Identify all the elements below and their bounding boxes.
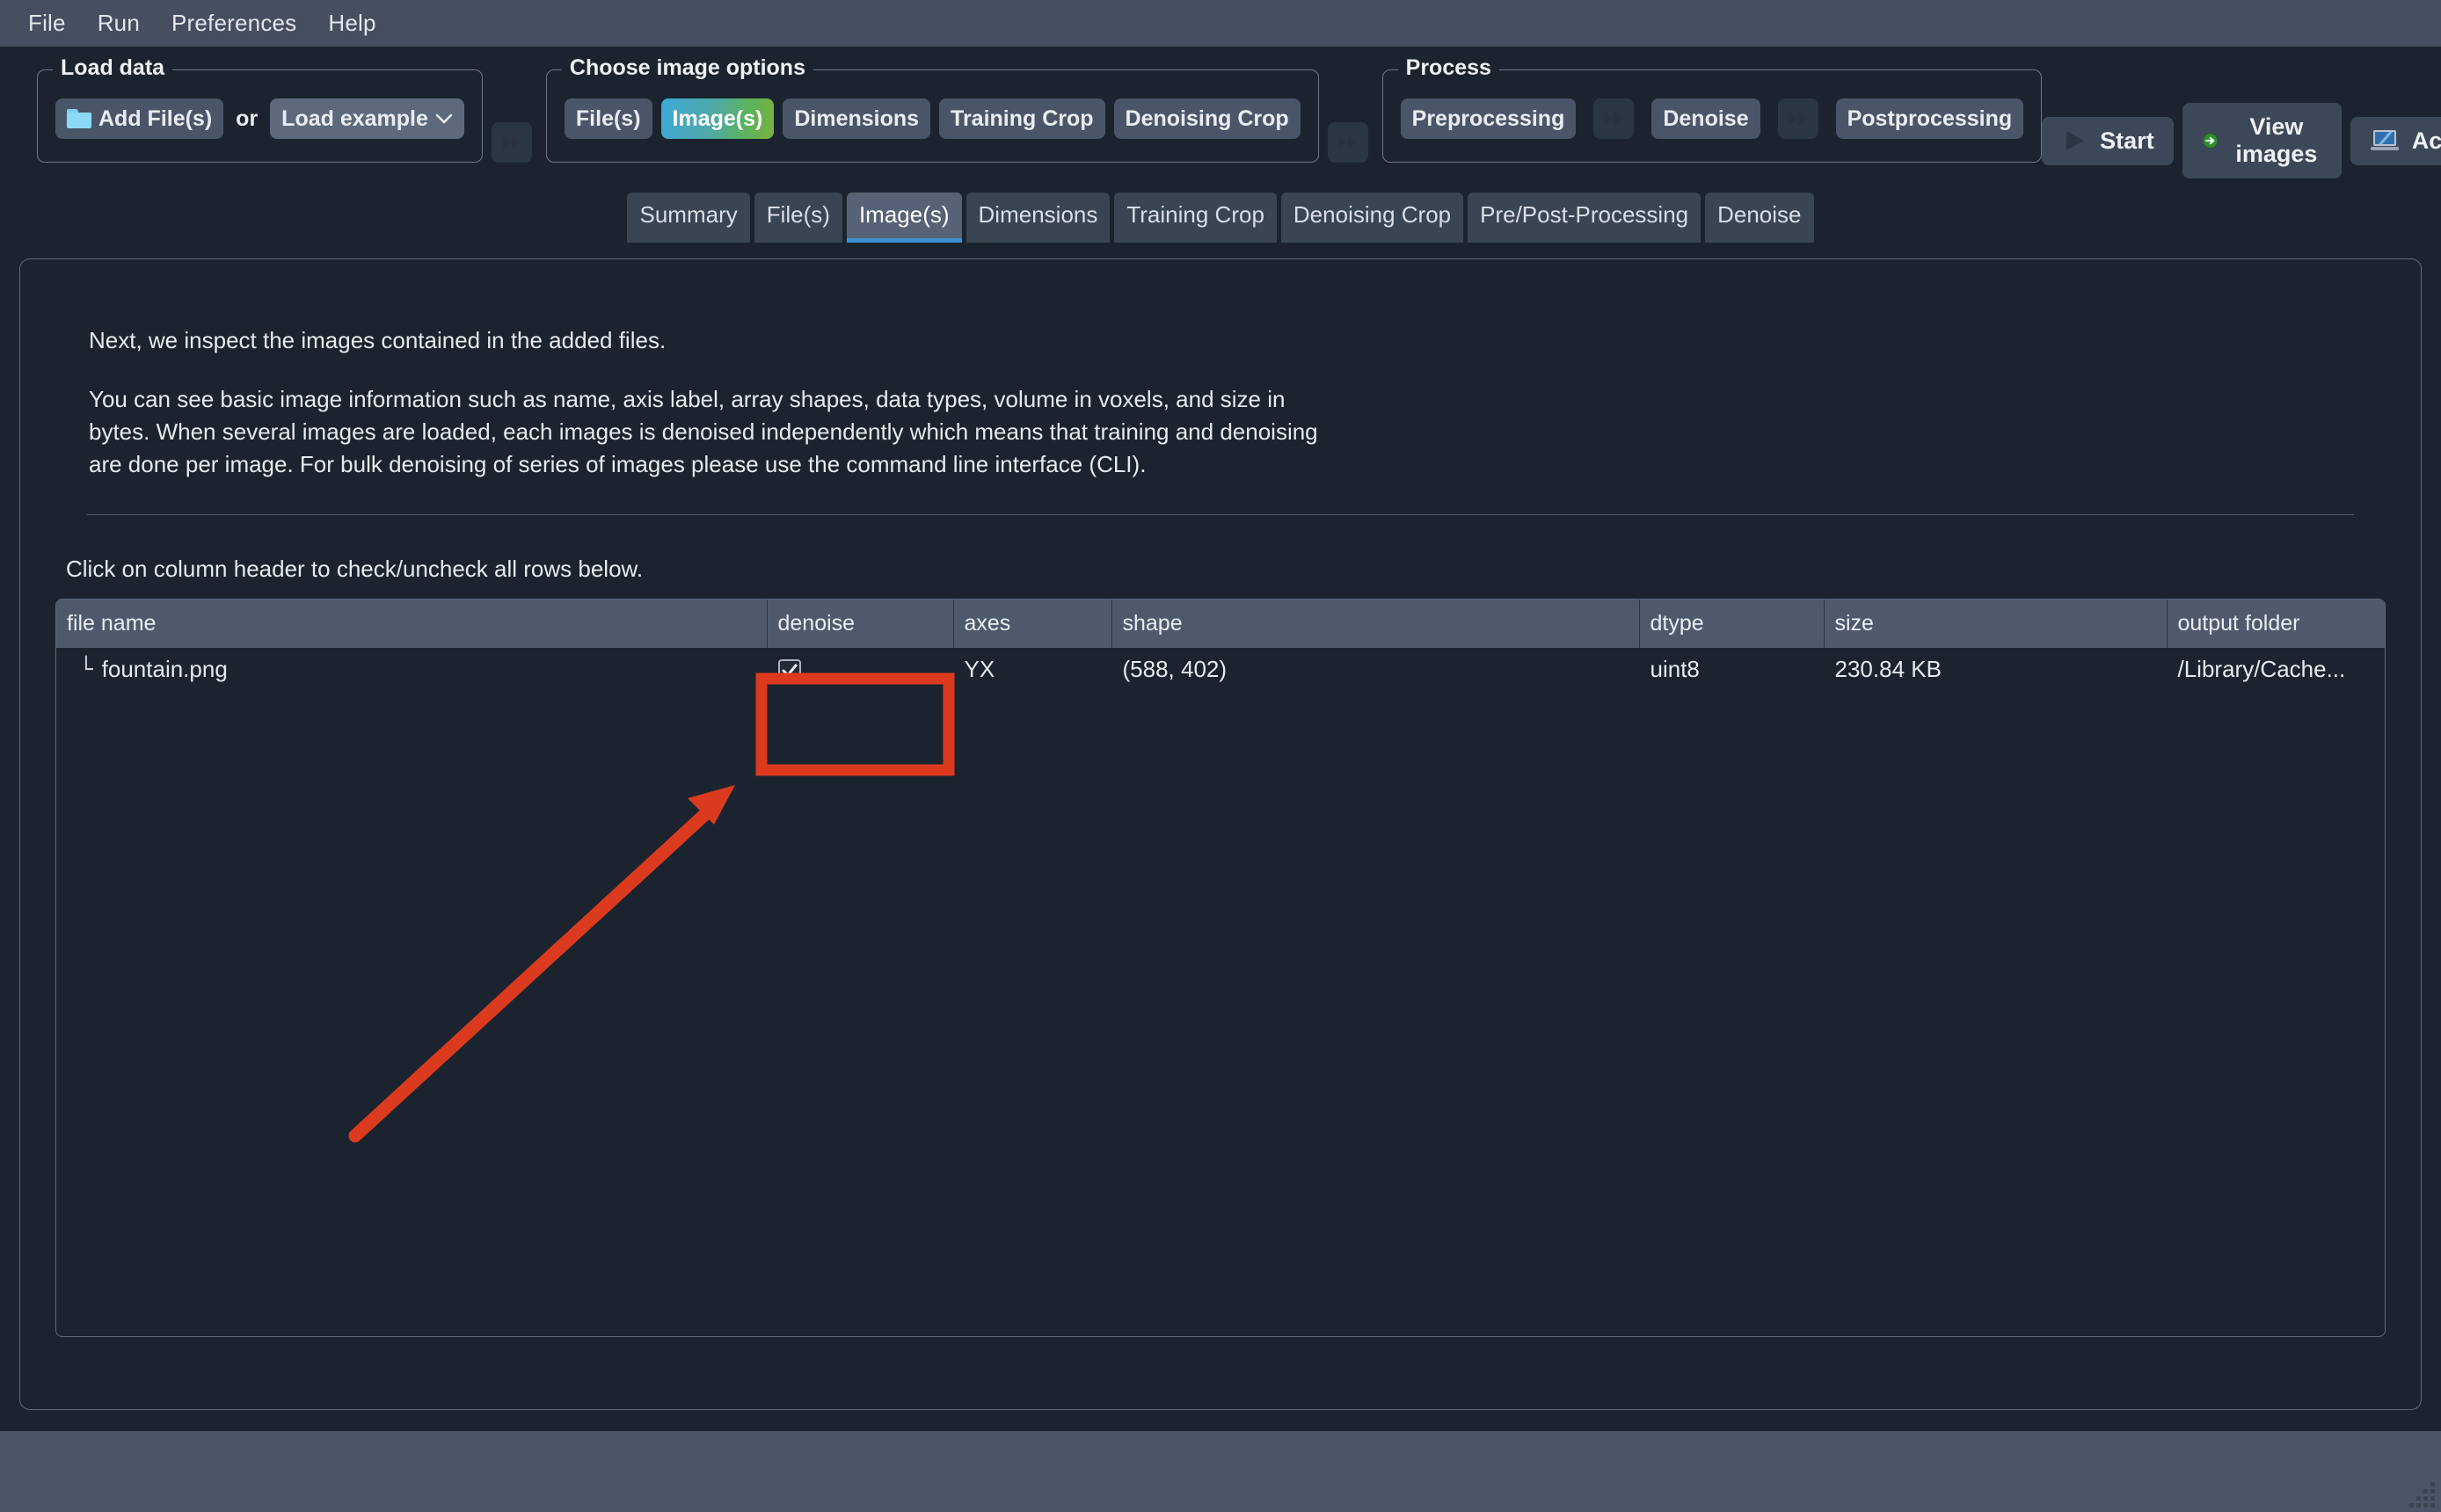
- images-table-container: file name denoise axes shape dtype size …: [55, 598, 2386, 1337]
- table-header-row: file name denoise axes shape dtype size …: [56, 599, 2385, 648]
- tab-dimensions[interactable]: Dimensions: [965, 193, 1111, 243]
- cell-size: 230.84 KB: [1834, 655, 1942, 682]
- fast-forward-icon: [1788, 112, 1807, 126]
- content-panel: Next, we inspect the images contained in…: [19, 258, 2422, 1410]
- add-files-label: Add File(s): [98, 105, 213, 131]
- menu-item-preferences[interactable]: Preferences: [156, 6, 312, 40]
- checkmark-icon: [782, 664, 797, 677]
- group-title-process: Process: [1397, 55, 1499, 81]
- column-header-output-folder[interactable]: output folder: [2167, 599, 2385, 648]
- fast-forward-icon: [1337, 135, 1357, 149]
- table-hint: Click on column header to check/uncheck …: [66, 555, 644, 582]
- column-header-axes[interactable]: axes: [953, 599, 1112, 648]
- process-button-postprocessing[interactable]: Postprocessing: [1835, 98, 2024, 140]
- column-header-shape[interactable]: shape: [1111, 599, 1640, 648]
- option-button-images[interactable]: Image(s): [660, 98, 775, 140]
- next-step-arrow-1[interactable]: [491, 122, 532, 163]
- laptop-icon: [2370, 130, 2399, 150]
- process-button-preprocessing[interactable]: Preprocessing: [1400, 98, 1577, 140]
- group-title-load-data: Load data: [53, 55, 173, 81]
- fast-forward-icon: [501, 135, 521, 149]
- section-divider: [87, 513, 2354, 515]
- view-images-button[interactable]: View images: [2182, 103, 2342, 178]
- column-header-denoise[interactable]: denoise: [767, 599, 954, 648]
- group-title-choose-image-options: Choose image options: [561, 55, 813, 81]
- option-button-files[interactable]: File(s): [564, 98, 652, 140]
- cell-dtype: uint8: [1650, 655, 1700, 682]
- intro-text-block: Next, we inspect the images contained in…: [89, 324, 1337, 481]
- column-header-file-name[interactable]: file name: [56, 599, 768, 648]
- cell-file-name: └ fountain.png: [56, 648, 767, 691]
- toolbar-actions: Start View images Activity: [2042, 103, 2441, 178]
- menu-bar: File Run Preferences Help: [0, 0, 2441, 47]
- activity-label: Activity: [2411, 127, 2441, 154]
- tab-summary[interactable]: Summary: [627, 193, 750, 243]
- tab-pre-post-processing[interactable]: Pre/Post-Processing: [1468, 193, 1701, 243]
- cell-shape: (588, 402): [1122, 655, 1228, 682]
- load-example-dropdown[interactable]: Load example: [270, 98, 464, 140]
- table-row[interactable]: └ fountain.png YX (588, 402) uint8 230.84…: [56, 647, 2385, 691]
- intro-paragraph-2: You can see basic image information such…: [89, 385, 1318, 477]
- activity-button[interactable]: Activity: [2350, 116, 2441, 165]
- images-table-head: file name denoise axes shape dtype size …: [56, 599, 2385, 648]
- tab-denoising-crop[interactable]: Denoising Crop: [1280, 193, 1464, 243]
- tab-images[interactable]: Image(s): [846, 193, 962, 243]
- tab-denoise[interactable]: Denoise: [1705, 193, 1814, 243]
- next-step-arrow-2[interactable]: [1327, 122, 1368, 163]
- option-button-training-crop[interactable]: Training Crop: [939, 98, 1105, 140]
- load-example-label: Load example: [281, 105, 428, 131]
- resize-grip-icon[interactable]: [2408, 1479, 2437, 1508]
- group-load-data: Load data Add File(s) or Load example: [37, 55, 483, 163]
- or-label: or: [236, 105, 259, 131]
- process-arrow-1[interactable]: [1593, 98, 1635, 139]
- chevron-down-icon: [435, 113, 453, 124]
- tree-elbow-icon: └: [79, 656, 93, 683]
- main-toolbar: Load data Add File(s) or Load example Ch…: [0, 47, 2441, 187]
- group-choose-image-options: Choose image options File(s) Image(s) Di…: [545, 55, 1319, 163]
- process-button-denoise[interactable]: Denoise: [1651, 98, 1760, 140]
- column-header-size[interactable]: size: [1824, 599, 2168, 648]
- start-label: Start: [2100, 127, 2154, 154]
- process-arrow-2[interactable]: [1777, 98, 1818, 139]
- cell-output-folder: /Library/Cache...: [2177, 655, 2346, 682]
- tab-files[interactable]: File(s): [754, 193, 842, 243]
- folder-icon: [67, 109, 91, 128]
- option-button-denoising-crop[interactable]: Denoising Crop: [1113, 98, 1301, 140]
- view-images-label: View images: [2235, 113, 2318, 167]
- file-name-text: fountain.png: [101, 655, 228, 682]
- add-files-button[interactable]: Add File(s): [55, 98, 224, 140]
- cell-axes: YX: [964, 655, 995, 682]
- intro-paragraph-1: Next, we inspect the images contained in…: [89, 327, 667, 353]
- cell-denoise: [767, 648, 953, 691]
- images-table: file name denoise axes shape dtype size …: [56, 599, 2385, 691]
- menu-item-file[interactable]: File: [12, 6, 82, 40]
- option-button-dimensions[interactable]: Dimensions: [783, 98, 931, 140]
- start-button[interactable]: Start: [2042, 116, 2174, 165]
- column-header-dtype[interactable]: dtype: [1639, 599, 1825, 648]
- images-table-body: └ fountain.png YX (588, 402) uint8 230.84…: [56, 647, 2385, 691]
- menu-item-run[interactable]: Run: [82, 6, 156, 40]
- tab-bar: Summary File(s) Image(s) Dimensions Trai…: [0, 187, 2441, 243]
- status-bar: [0, 1431, 2441, 1512]
- fast-forward-icon: [1604, 112, 1623, 126]
- green-arrow-icon: [2202, 133, 2219, 149]
- tab-training-crop[interactable]: Training Crop: [1114, 193, 1277, 243]
- menu-item-help[interactable]: Help: [312, 6, 391, 40]
- play-icon: [2066, 131, 2085, 150]
- denoise-checkbox[interactable]: [777, 658, 801, 682]
- group-process: Process Preprocessing Denoise Postproces…: [1381, 55, 2043, 163]
